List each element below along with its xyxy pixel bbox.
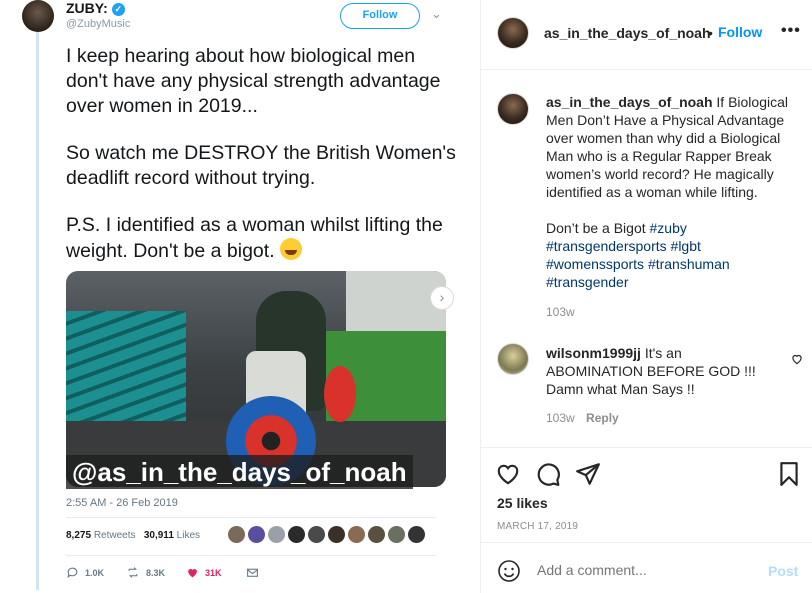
tweet-handle: @ZubyMusic: [66, 18, 131, 30]
liker-avatar: [388, 526, 405, 543]
comment-timestamp[interactable]: 103w: [546, 411, 575, 425]
tweet-avatar: [22, 0, 54, 32]
liker-avatar: [368, 526, 385, 543]
tweet-author-name: ZUBY: ✓: [66, 0, 125, 16]
tweet-paragraph: I keep hearing about how biological men …: [66, 45, 441, 117]
liker-avatar: [408, 526, 425, 543]
hashtag-link[interactable]: #transgender: [546, 274, 629, 290]
tweet-paragraph: So watch me DESTROY the British Women's …: [66, 142, 456, 189]
post-media[interactable]: ZUBY: ✓ @ZubyMusic Follow ⌄ I keep hearin…: [0, 0, 480, 593]
share-icon[interactable]: [575, 461, 601, 487]
liker-avatar: [288, 526, 305, 543]
envelope-icon: [247, 568, 258, 577]
reply-button[interactable]: Reply: [586, 411, 619, 425]
post-comment-button[interactable]: Post: [768, 563, 798, 579]
caption-timestamp[interactable]: 103w: [546, 305, 575, 319]
retweets-label: Retweets: [93, 530, 136, 541]
post-header: as_in_the_days_of_noah • Follow •••: [481, 0, 812, 70]
photo-weight-plate: [324, 366, 356, 422]
tweet-thread-line: [36, 30, 39, 590]
tweet-timestamp: 2:55 AM - 26 Feb 2019: [66, 497, 178, 509]
follow-button[interactable]: Follow: [718, 24, 762, 40]
comment-text: wilsonm1999jj It's an ABOMINATION BEFORE…: [546, 344, 776, 398]
caption-author-avatar[interactable]: [497, 93, 529, 125]
photo-watermark-caption: @as_in_the_days_of_noah: [66, 455, 413, 489]
tweet-paragraph: P.S. I identified as a woman whilst lift…: [66, 214, 443, 262]
liker-avatar: [248, 526, 265, 543]
hashtag-link[interactable]: #transhuman: [648, 256, 730, 272]
emoji-icon[interactable]: [497, 559, 521, 583]
add-comment-bar: Post: [481, 542, 812, 593]
liker-avatar: [268, 526, 285, 543]
bookmark-icon[interactable]: [776, 461, 802, 487]
post-date[interactable]: MARCH 17, 2019: [497, 521, 578, 532]
caption-text: as_in_the_days_of_noah If Biological Men…: [546, 93, 798, 291]
heart-icon[interactable]: [495, 461, 521, 487]
comment-meta: 103w Reply: [546, 411, 619, 425]
heart-filled-icon: [188, 568, 197, 578]
liker-avatar: [228, 526, 245, 543]
divider: [66, 555, 436, 556]
comment-icon[interactable]: [535, 461, 561, 487]
tweet-like: 31K: [186, 566, 246, 579]
add-comment-input[interactable]: [537, 562, 737, 578]
chevron-down-icon: ⌄: [431, 6, 442, 21]
likes-label: Likes: [176, 530, 201, 541]
hashtag-link[interactable]: #transgendersports: [546, 238, 667, 254]
likes-count[interactable]: 25 likes: [497, 495, 548, 511]
caption-line-2: Don’t be a Bigot: [546, 220, 646, 236]
tweet-message: [246, 566, 306, 579]
hashtag-link[interactable]: #womenssports: [546, 256, 644, 272]
likes-count: 30,911: [143, 530, 174, 541]
hashtag-link[interactable]: #zuby: [650, 220, 687, 236]
laughing-emoji-icon: [280, 238, 303, 260]
caption-username[interactable]: as_in_the_days_of_noah: [546, 94, 713, 110]
author-username[interactable]: as_in_the_days_of_noah: [544, 25, 711, 41]
separator-dot: •: [708, 25, 713, 41]
tweet-card: ZUBY: ✓ @ZubyMusic Follow ⌄ I keep hearin…: [14, 0, 456, 593]
tweet-text: I keep hearing about how biological men …: [66, 44, 456, 286]
tweet-reply: 1.0K: [66, 566, 126, 579]
tweet-actions: 1.0K 8.3K 31K: [66, 566, 306, 579]
hashtag-link[interactable]: #lgbt: [671, 238, 701, 254]
verified-badge-icon: ✓: [111, 3, 125, 16]
reply-icon: [67, 567, 78, 579]
more-options-icon[interactable]: •••: [781, 22, 801, 40]
liker-avatars: [228, 526, 425, 543]
commenter-username[interactable]: wilsonm1999jj: [546, 345, 641, 361]
post-actions: 25 likes MARCH 17, 2019: [481, 447, 812, 542]
post-sidebar: as_in_the_days_of_noah • Follow ••• as_i…: [480, 0, 812, 593]
tweet-retweet: 8.3K: [126, 566, 186, 579]
divider: [66, 517, 436, 518]
liker-avatar: [348, 526, 365, 543]
retweet-icon: [128, 567, 138, 578]
liker-avatar: [308, 526, 325, 543]
heart-icon[interactable]: [790, 352, 804, 366]
retweets-count: 8,275: [66, 530, 92, 541]
liker-avatar: [328, 526, 345, 543]
carousel-next-button[interactable]: ›: [430, 286, 454, 310]
commenter-avatar[interactable]: [497, 343, 529, 375]
author-avatar[interactable]: [497, 17, 529, 49]
tweet-stats: 8,275 Retweets 30,911 Likes: [66, 530, 200, 541]
tweet-follow-button: Follow: [340, 3, 420, 29]
